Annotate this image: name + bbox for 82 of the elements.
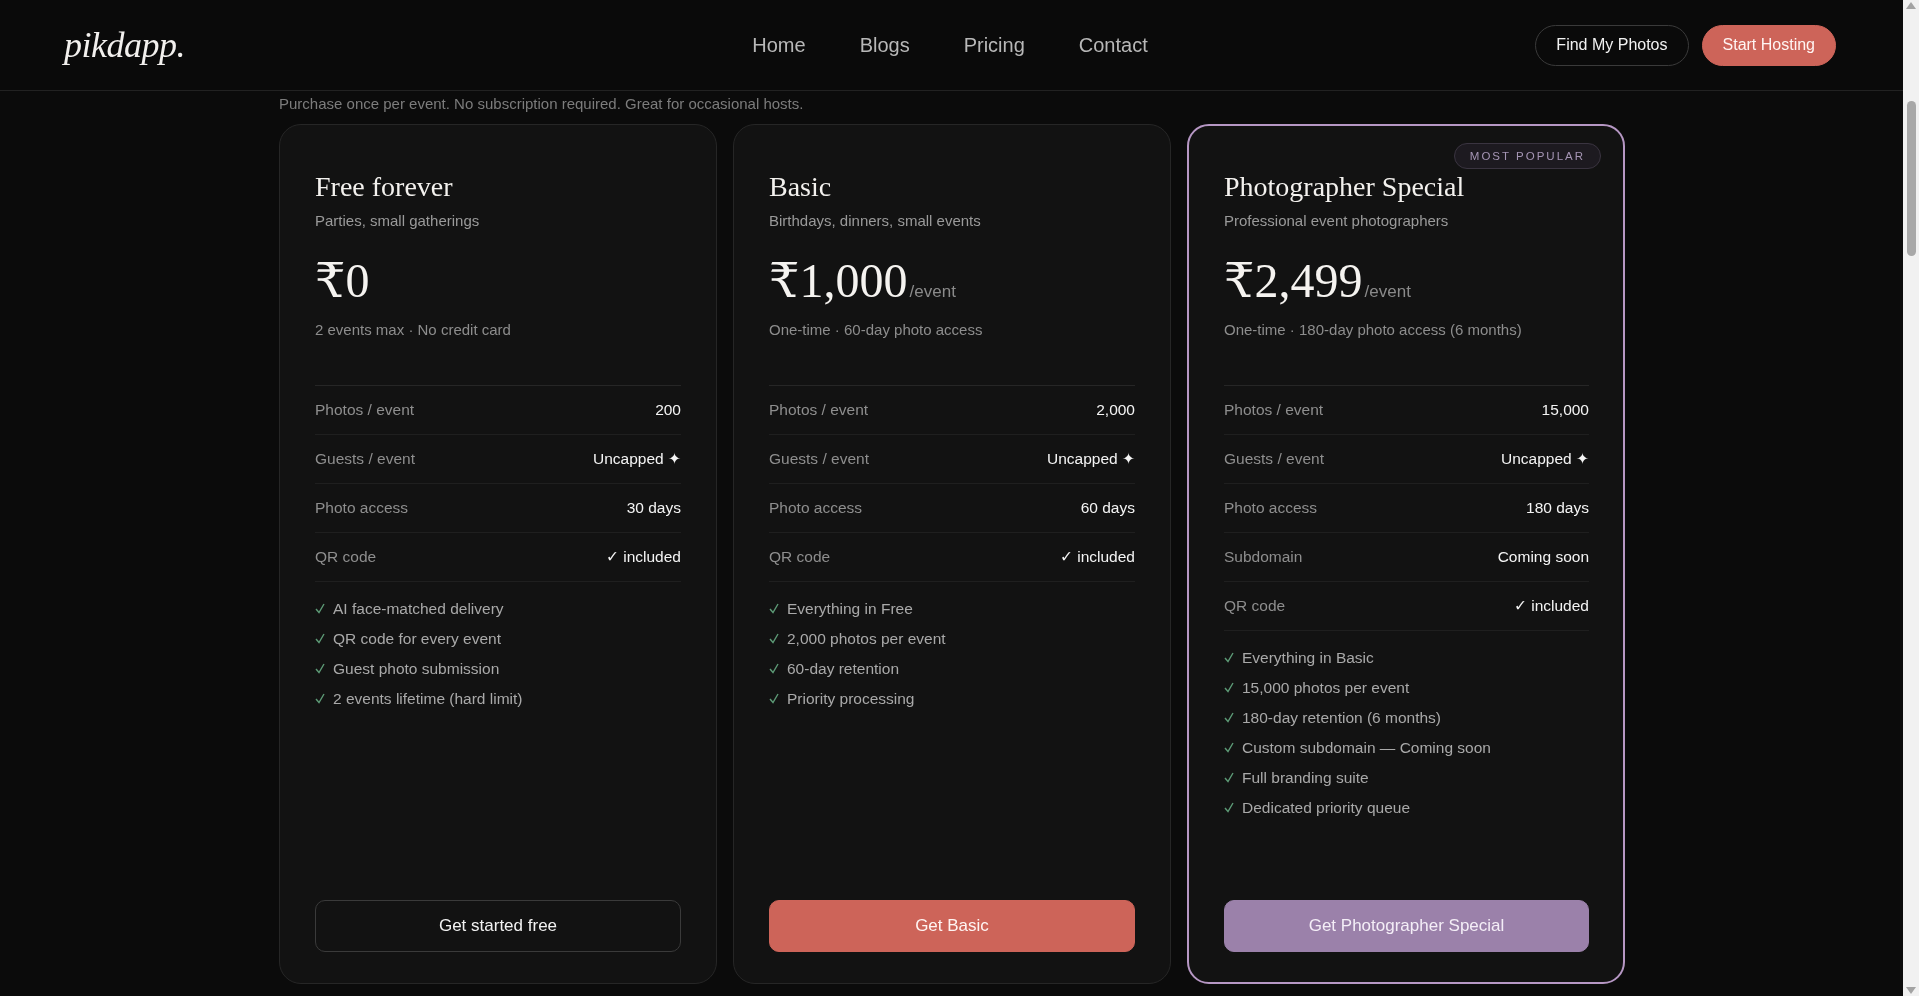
spec-value: 180 days	[1526, 498, 1589, 517]
plan-note: 2 events max · No credit card	[315, 320, 512, 338]
check-icon	[769, 693, 779, 705]
logo[interactable]: pikdapp.	[64, 24, 753, 66]
spec-value: 15,000	[1541, 400, 1589, 419]
spec-value: Coming soon	[1497, 547, 1589, 566]
spec-label: QR code	[1224, 596, 1286, 615]
feature-text: Priority processing	[787, 689, 915, 708]
feature-text: 180-day retention (6 months)	[1242, 708, 1442, 727]
plan-note: One-time · 180-day photo access (6 months)	[1224, 320, 1523, 338]
check-icon	[769, 603, 779, 615]
plan-price: ₹0	[315, 256, 370, 305]
nav-link[interactable]: Blogs	[859, 33, 910, 57]
plan-name: Photographer Special	[1224, 170, 1466, 204]
plan-price: ₹2,499	[1224, 256, 1363, 305]
scroll-down-icon[interactable]	[1906, 987, 1916, 994]
check-icon	[1224, 742, 1234, 754]
check-icon	[315, 663, 325, 675]
feature-text: Guest photo submission	[333, 659, 500, 678]
feature-text: Everything in Basic	[1242, 648, 1374, 667]
check-icon	[315, 693, 325, 705]
spec-value: ✓ included	[1513, 596, 1589, 615]
spec-label: Guests / event	[315, 449, 415, 468]
spec-label: QR code	[315, 547, 377, 566]
plan-name: Free forever	[315, 170, 454, 204]
spec-value: Uncapped ✦	[1047, 449, 1135, 468]
feature-text: Dedicated priority queue	[1242, 798, 1411, 817]
check-icon	[1224, 652, 1234, 664]
price-unit: /event	[1364, 281, 1411, 302]
feature-text: Full branding suite	[1242, 768, 1369, 787]
feature-text: 2,000 photos per event	[787, 629, 946, 648]
intro-text: Purchase once per event. No subscription required. Great for occasional hosts.	[279, 95, 805, 112]
start-hosting-button[interactable]: Start Hosting	[1701, 24, 1836, 66]
check-icon	[1224, 712, 1234, 724]
feature-text: 15,000 photos per event	[1242, 678, 1410, 697]
nav-link[interactable]: Home	[752, 33, 806, 57]
scrollbar[interactable]	[1903, 0, 1919, 996]
feature-text: Custom subdomain — Coming soon	[1242, 738, 1491, 757]
spec-label: QR code	[769, 547, 831, 566]
spec-value: ✓ included	[605, 547, 681, 566]
feature-text: QR code for every event	[333, 629, 501, 648]
plan-audience: Professional event photographers	[1224, 211, 1450, 229]
spec-value: 60 days	[1080, 498, 1135, 517]
spec-label: Photos / event	[315, 400, 415, 419]
spec-label: Guests / event	[1224, 449, 1324, 468]
feature-text: AI face-matched delivery	[333, 599, 504, 618]
popular-badge: MOST POPULAR	[1453, 143, 1601, 169]
spec-label: Photo access	[769, 498, 863, 517]
nav-link[interactable]: Pricing	[963, 33, 1025, 57]
check-icon	[1224, 802, 1234, 814]
spec-label: Guests / event	[769, 449, 869, 468]
feature-text: Everything in Free	[787, 599, 913, 618]
plan-cta-button[interactable]: Get started free	[315, 900, 681, 952]
plan-audience: Birthdays, dinners, small events	[769, 211, 982, 229]
spec-label: Photo access	[315, 498, 409, 517]
plan-audience: Parties, small gatherings	[315, 211, 481, 229]
spec-value: ✓ included	[1059, 547, 1135, 566]
plan-note: One-time · 60-day photo access	[769, 320, 984, 338]
plan-cta-button[interactable]: Get Basic	[769, 900, 1135, 952]
spec-label: Subdomain	[1224, 547, 1303, 566]
check-icon	[769, 633, 779, 645]
feature-text: 60-day retention	[787, 659, 900, 678]
spec-label: Photo access	[1224, 498, 1318, 517]
spec-value: Uncapped ✦	[1501, 449, 1589, 468]
spec-label: Photos / event	[1224, 400, 1324, 419]
check-icon	[315, 603, 325, 615]
scroll-up-icon[interactable]	[1906, 2, 1916, 9]
price-unit: /event	[909, 281, 956, 302]
check-icon	[1224, 772, 1234, 784]
spec-value: 200	[655, 400, 681, 419]
spec-label: Photos / event	[769, 400, 869, 419]
check-icon	[769, 663, 779, 675]
spec-value: Uncapped ✦	[593, 449, 681, 468]
spec-value: 2,000	[1096, 400, 1135, 419]
plan-name: Basic	[769, 170, 833, 204]
check-icon	[1224, 682, 1234, 694]
nav-link[interactable]: Contact	[1078, 33, 1148, 57]
feature-text: 2 events lifetime (hard limit)	[333, 689, 523, 708]
plan-price: ₹1,000	[769, 256, 908, 305]
spec-value: 30 days	[626, 498, 681, 517]
scrollbar-thumb[interactable]	[1906, 100, 1916, 256]
check-icon	[315, 633, 325, 645]
